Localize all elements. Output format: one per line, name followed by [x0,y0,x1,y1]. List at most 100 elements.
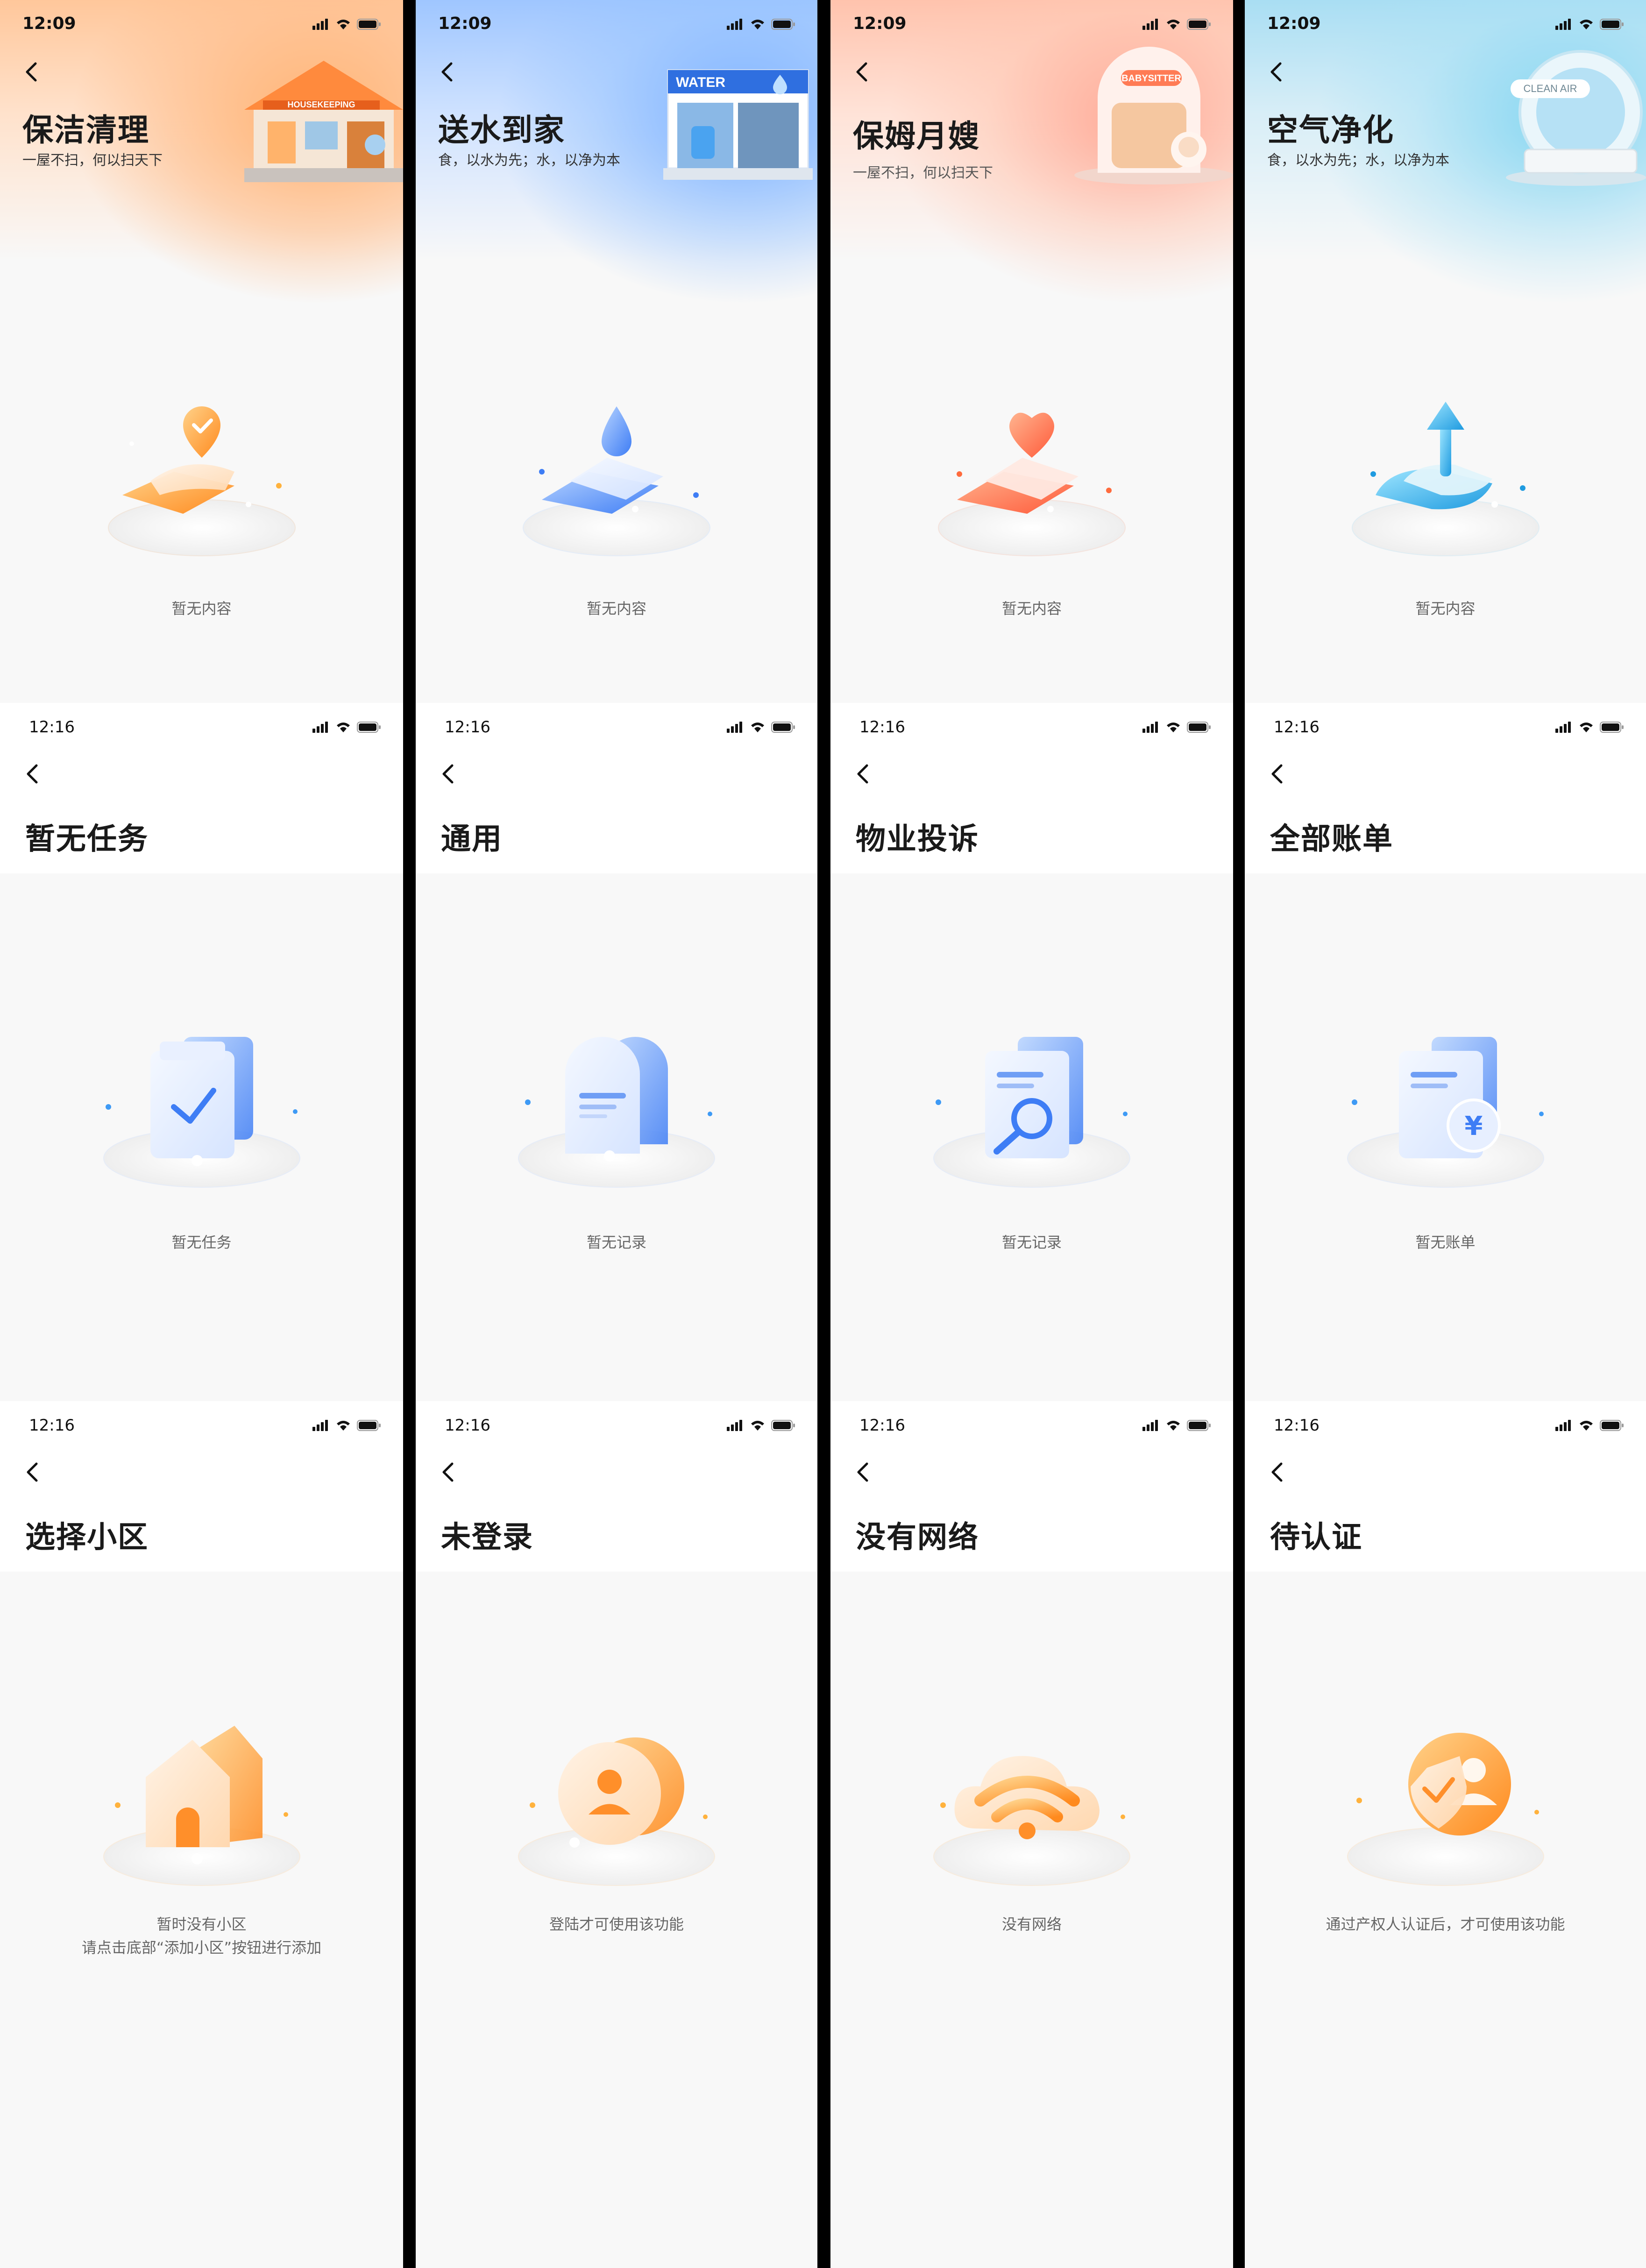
back-icon[interactable] [854,763,873,785]
status-icons [1555,721,1625,734]
empty-line-2: 请点击底部“添加小区”按钮进行添加 [81,1939,322,1956]
status-icons [727,1419,797,1432]
screen-not-logged-in: 12:16 未登录 登陆才可使用该功能 [416,1401,817,2268]
complaint-empty-illustration [933,1037,1130,1188]
back-icon[interactable] [439,1461,458,1483]
sign-text: HOUSEKEEPING [287,100,355,109]
screen-pending-verification: 12:16 待认证 通过产权人认证后，才可使用该功能 [1245,1401,1646,2268]
water-shop-illustration: WATER [663,69,813,180]
empty-text: 暂无内容 [1001,600,1062,617]
status-icons [1142,18,1213,31]
back-icon[interactable] [1268,1461,1287,1483]
page-title: 没有网络 [856,1520,979,1555]
back-icon[interactable] [1268,763,1287,785]
back-icon[interactable] [22,61,41,83]
sign-text: CLEAN AIR [1524,83,1577,94]
empty-line-1: 登陆才可使用该功能 [549,1915,684,1933]
page-title: 待认证 [1270,1520,1362,1555]
status-time: 12:16 [859,1416,905,1435]
empty-text: 登陆才可使用该功能 [416,1913,817,1936]
sign-text: WATER [676,75,725,90]
screen-all-bills: 12:16 全部账单 ¥ 暂无账单 [1245,703,1646,1401]
back-icon[interactable] [23,763,42,785]
status-icons [1142,1419,1213,1432]
screen-general: 12:16 通用 暂无记录 [416,703,817,1401]
screen-cleaning: 12:09 保洁清理 一屋不扫，何以扫天下 HOUSEKEEPING 暂无内容 [0,0,403,703]
screen-no-task: 12:16 暂无任务 暂无任务 [0,703,403,1401]
empty-text: 暂无记录 [586,1233,646,1251]
screen-select-community: 12:16 选择小区 暂时没有小区 请点击底部“添加小区”按钮进行添加 [0,1401,403,2268]
status-icons [1555,18,1625,31]
screen-water-delivery: 12:09 送水到家 食，以水为先；水，以净为本 WATER 暂无内容 [416,0,817,703]
house-illustration: HOUSEKEEPING [244,61,403,182]
status-time: 12:16 [29,1416,75,1435]
status-time: 12:09 [1267,14,1321,33]
bill-empty-illustration: ¥ [1347,1037,1544,1188]
air-purifier-illustration: CLEAN AIR [1506,50,1646,186]
back-icon[interactable] [23,1461,42,1483]
empty-text: 暂无内容 [586,600,646,617]
status-time: 12:16 [1274,1416,1320,1435]
empty-text: 暂时没有小区 请点击底部“添加小区”按钮进行添加 [0,1913,403,1959]
verify-empty-illustration [1347,1733,1544,1886]
column-2: 12:09 送水到家 食，以水为先；水，以净为本 WATER 暂无内容 12:1… [416,0,817,2268]
babysitter-empty-illustration [938,412,1126,556]
status-icons [1555,1419,1625,1432]
page-title: 物业投诉 [856,822,979,857]
status-time: 12:16 [445,1416,490,1435]
back-icon[interactable] [853,61,872,83]
back-icon[interactable] [439,763,458,785]
page-title: 保洁清理 [22,112,149,148]
status-time: 12:16 [859,718,905,737]
empty-line-1: 通过产权人认证后，才可使用该功能 [1326,1915,1565,1933]
page-title: 送水到家 [438,112,565,148]
column-4: 12:09 空气净化 食，以水为先；水，以净为本 CLEAN AIR 暂无内容 … [1245,0,1646,2268]
cleaning-empty-illustration [107,406,296,556]
status-icons [727,721,797,734]
empty-line-1: 没有网络 [1001,1915,1062,1933]
screen-air-purification: 12:09 空气净化 食，以水为先；水，以净为本 CLEAN AIR 暂无内容 [1245,0,1646,703]
status-time: 12:16 [445,718,490,737]
page-title: 保姆月嫂 [853,118,980,154]
screen-no-network: 12:16 没有网络 没有网络 [830,1401,1233,2268]
status-time: 12:16 [1274,718,1320,737]
empty-text: 通过产权人认证后，才可使用该功能 [1245,1913,1646,1936]
back-icon[interactable] [854,1461,873,1483]
empty-text: 暂无账单 [1415,1233,1476,1251]
status-time: 12:09 [438,14,492,33]
record-empty-illustration [518,1037,715,1188]
page-title: 全部账单 [1270,822,1393,857]
sign-text: BABYSITTER [1121,73,1181,84]
water-empty-illustration [523,406,710,556]
status-time: 12:09 [853,14,907,33]
status-icons [312,18,383,31]
babysitter-illustration: BABYSITTER [1074,47,1233,184]
page-title: 空气净化 [1267,112,1394,148]
login-empty-illustration [518,1737,715,1886]
status-time: 12:09 [22,14,76,33]
back-icon[interactable] [1267,61,1286,83]
column-3: 12:09 保姆月嫂 一屋不扫，何以扫天下 BABYSITTER 暂无内容 12… [830,0,1233,2268]
empty-text: 没有网络 [830,1913,1233,1936]
empty-text: 暂无任务 [171,1233,232,1251]
community-empty-illustration [103,1726,300,1886]
page-subtitle: 食，以水为先；水，以净为本 [438,152,620,169]
page-title: 通用 [441,822,503,857]
back-icon[interactable] [438,61,457,83]
screen-babysitter: 12:09 保姆月嫂 一屋不扫，何以扫天下 BABYSITTER 暂无内容 [830,0,1233,703]
empty-text: 暂无记录 [1001,1233,1062,1251]
page-subtitle: 食，以水为先；水，以净为本 [1267,152,1449,169]
status-icons [312,1419,383,1432]
status-icons [1142,721,1213,734]
status-icons [727,18,797,31]
air-empty-illustration [1351,402,1540,556]
yuan-symbol: ¥ [1464,1111,1483,1141]
network-empty-illustration [933,1756,1130,1886]
task-empty-illustration [103,1037,300,1188]
page-title: 未登录 [441,1520,533,1555]
page-subtitle: 一屋不扫，何以扫天下 [853,165,993,181]
screen-complaint: 12:16 物业投诉 暂无记录 [830,703,1233,1401]
status-time: 12:16 [29,718,75,737]
page-title: 暂无任务 [25,822,149,857]
empty-line-1: 暂时没有小区 [156,1915,247,1933]
